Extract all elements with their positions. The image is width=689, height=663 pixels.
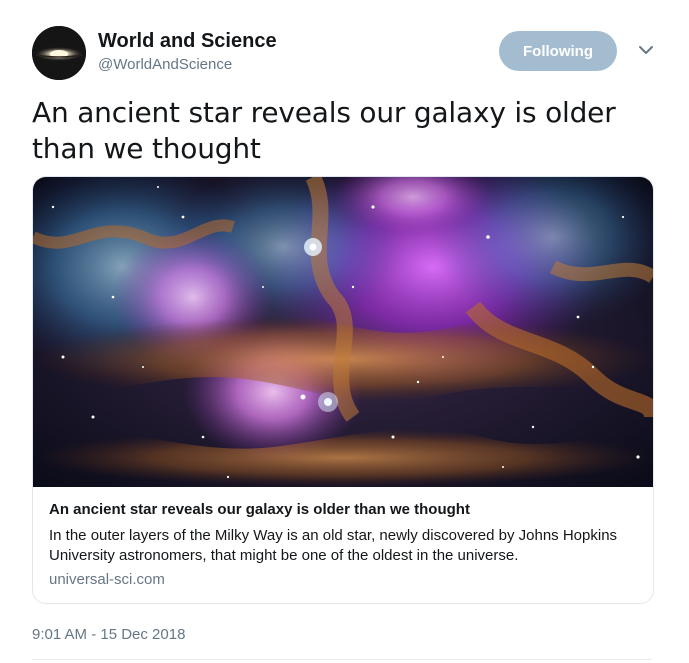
tweet: World and Science @WorldAndScience Follo… — [0, 0, 689, 663]
tweet-text: An ancient star reveals our galaxy is ol… — [32, 96, 616, 165]
author-display-name[interactable]: World and Science — [98, 30, 277, 52]
card-description: In the outer layers of the Milky Way is … — [49, 527, 618, 564]
card-title: An ancient star reveals our galaxy is ol… — [49, 501, 470, 518]
avatar[interactable] — [32, 26, 86, 80]
link-card[interactable]: An ancient star reveals our galaxy is ol… — [32, 176, 654, 604]
galaxy-avatar-icon — [32, 26, 86, 80]
chevron-down-icon[interactable] — [636, 40, 656, 60]
nebula-image[interactable] — [33, 177, 653, 487]
divider — [32, 659, 652, 660]
author-handle[interactable]: @WorldAndScience — [98, 56, 232, 74]
card-domain: universal-sci.com — [49, 571, 165, 588]
following-button[interactable]: Following — [499, 31, 617, 71]
tweet-timestamp[interactable]: 9:01 AM - 15 Dec 2018 — [32, 626, 185, 643]
